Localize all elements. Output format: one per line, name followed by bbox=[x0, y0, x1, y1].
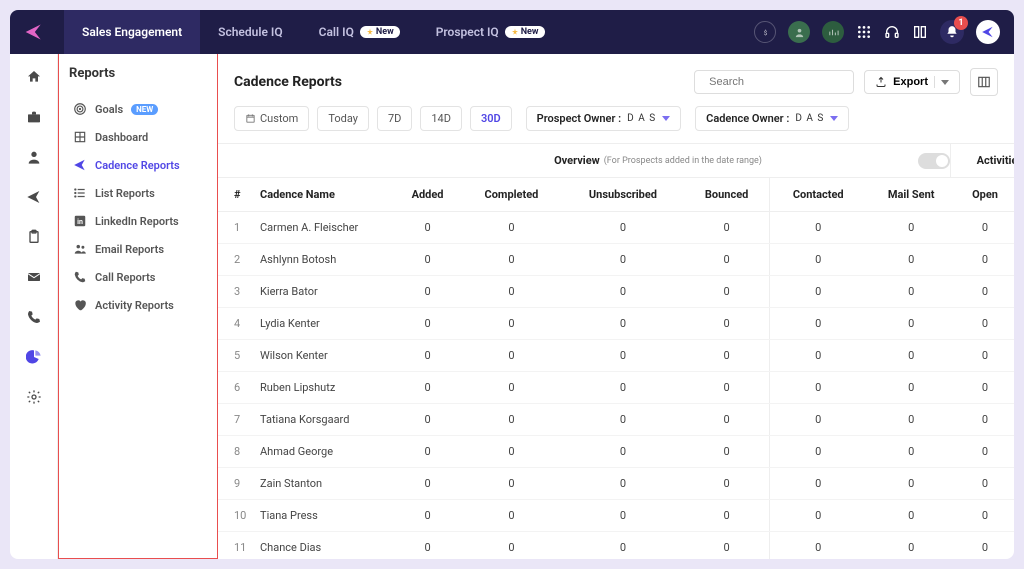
rail-phone-icon[interactable] bbox=[23, 306, 45, 328]
linkedin-icon: in bbox=[73, 214, 87, 228]
rail-home-icon[interactable] bbox=[23, 66, 45, 88]
tab-prospect-iq[interactable]: Prospect IQNew bbox=[418, 10, 563, 54]
col-added[interactable]: Added bbox=[394, 178, 461, 212]
grid-icon bbox=[73, 130, 87, 144]
col-mail-sent[interactable]: Mail Sent bbox=[866, 178, 956, 212]
phone-icon bbox=[73, 270, 87, 284]
reports-item-dashboard[interactable]: Dashboard bbox=[69, 123, 207, 151]
table-row[interactable]: 3 Kierra Bator 0 0 0 0 0 0 0 bbox=[218, 276, 1014, 308]
reports-item-activity-reports[interactable]: Activity Reports bbox=[69, 291, 207, 319]
rail-settings-icon[interactable] bbox=[23, 386, 45, 408]
topnav-utils: $ 1 bbox=[754, 20, 1000, 44]
tab-schedule-iq[interactable]: Schedule IQ bbox=[200, 10, 300, 54]
rail-mail-icon[interactable] bbox=[23, 266, 45, 288]
list-icon bbox=[73, 186, 87, 200]
analytics-icon[interactable] bbox=[822, 21, 844, 43]
topnav-tabs: Sales EngagementSchedule IQCall IQNewPro… bbox=[64, 10, 563, 54]
notification-badge: 1 bbox=[954, 16, 968, 30]
columns-icon[interactable] bbox=[970, 68, 998, 96]
tab-sales-engagement[interactable]: Sales Engagement bbox=[64, 10, 200, 54]
col-bounced[interactable]: Bounced bbox=[684, 178, 769, 212]
brand-avatar-icon[interactable] bbox=[976, 20, 1000, 44]
main-content: Cadence Reports Export Custom Today 7D 14D 3… bbox=[218, 54, 1014, 559]
filters-bar: Custom Today 7D 14D 30D Prospect Owner :D A S… bbox=[218, 106, 1014, 143]
dialpad-icon[interactable] bbox=[856, 24, 872, 40]
date-filter-today[interactable]: Today bbox=[317, 106, 369, 131]
calendar-icon bbox=[245, 113, 256, 124]
new-badge: New bbox=[505, 26, 545, 38]
table-row[interactable]: 2 Ashlynn Botosh 0 0 0 0 0 0 0 bbox=[218, 244, 1014, 276]
section-activities: Activities and Engagements (For Prospect… bbox=[950, 144, 1014, 177]
book-icon[interactable] bbox=[912, 24, 928, 40]
dollar-icon[interactable]: $ bbox=[754, 21, 776, 43]
icon-rail bbox=[10, 54, 58, 559]
svg-text:$: $ bbox=[763, 28, 767, 36]
new-badge: New bbox=[360, 26, 400, 38]
reports-item-list-reports[interactable]: List Reports bbox=[69, 179, 207, 207]
top-nav: Sales EngagementSchedule IQCall IQNewPro… bbox=[10, 10, 1014, 54]
target-icon bbox=[73, 102, 87, 116]
export-label: Export bbox=[893, 76, 928, 88]
chevron-down-icon bbox=[830, 116, 838, 121]
chevron-down-icon bbox=[662, 116, 670, 121]
cadence-table: # Cadence Name Added Completed Unsubscri… bbox=[218, 178, 1014, 559]
reports-item-call-reports[interactable]: Call Reports bbox=[69, 263, 207, 291]
reports-item-goals[interactable]: GoalsNEW bbox=[69, 95, 207, 123]
send-icon bbox=[73, 158, 87, 172]
col-completed[interactable]: Completed bbox=[461, 178, 562, 212]
brand-logo-icon bbox=[24, 22, 44, 42]
col-name[interactable]: Cadence Name bbox=[254, 178, 394, 212]
date-filter-14d[interactable]: 14D bbox=[420, 106, 462, 131]
export-button[interactable]: Export bbox=[864, 70, 960, 94]
rail-send-icon[interactable] bbox=[23, 186, 45, 208]
table-row[interactable]: 10 Tiana Press 0 0 0 0 0 0 0 bbox=[218, 500, 1014, 532]
new-pill: NEW bbox=[131, 104, 158, 115]
search-input[interactable] bbox=[709, 76, 851, 88]
table-scroll[interactable]: Overview (For Prospects added in the dat… bbox=[218, 143, 1014, 559]
search-input-wrap[interactable] bbox=[694, 70, 854, 94]
filter-cadence-owner-[interactable]: Cadence Owner :D A S bbox=[695, 106, 849, 131]
notifications-icon[interactable]: 1 bbox=[940, 20, 964, 44]
heart-icon bbox=[73, 298, 87, 312]
col-unsubscribed[interactable]: Unsubscribed bbox=[562, 178, 684, 212]
tab-call-iq[interactable]: Call IQNew bbox=[301, 10, 418, 54]
reports-panel-title: Reports bbox=[69, 66, 207, 81]
table-row[interactable]: 11 Chance Dias 0 0 0 0 0 0 0 bbox=[218, 532, 1014, 560]
page-title: Cadence Reports bbox=[234, 74, 342, 90]
table-row[interactable]: 7 Tatiana Korsgaard 0 0 0 0 0 0 0 bbox=[218, 404, 1014, 436]
reports-panel: Reports GoalsNEWDashboardCadence Reports… bbox=[58, 54, 218, 559]
table-row[interactable]: 6 Ruben Lipshutz 0 0 0 0 0 0 0 bbox=[218, 372, 1014, 404]
reports-item-email-reports[interactable]: Email Reports bbox=[69, 235, 207, 263]
rail-clipboard-icon[interactable] bbox=[23, 226, 45, 248]
rail-reports-icon[interactable] bbox=[23, 346, 45, 368]
rail-briefcase-icon[interactable] bbox=[23, 106, 45, 128]
table-row[interactable]: 8 Ahmad George 0 0 0 0 0 0 0 bbox=[218, 436, 1014, 468]
table-row[interactable]: 5 Wilson Kenter 0 0 0 0 0 0 0 bbox=[218, 340, 1014, 372]
date-filter-30d[interactable]: 30D bbox=[470, 106, 512, 131]
date-filter-custom[interactable]: Custom bbox=[234, 106, 309, 131]
reports-item-cadence-reports[interactable]: Cadence Reports bbox=[69, 151, 207, 179]
col-index: # bbox=[218, 178, 254, 212]
svg-text:in: in bbox=[77, 218, 83, 226]
headset-icon[interactable] bbox=[884, 24, 900, 40]
user-avatar-icon[interactable] bbox=[788, 21, 810, 43]
rail-contact-icon[interactable] bbox=[23, 146, 45, 168]
people-icon bbox=[73, 242, 87, 256]
table-row[interactable]: 1 Carmen A. Fleischer 0 0 0 0 0 0 0 bbox=[218, 212, 1014, 244]
table-row[interactable]: 9 Zain Stanton 0 0 0 0 0 0 0 bbox=[218, 468, 1014, 500]
export-icon bbox=[875, 76, 887, 88]
col-open[interactable]: Open bbox=[956, 178, 1014, 212]
overview-toggle[interactable] bbox=[918, 153, 950, 169]
table-section-header: Overview (For Prospects added in the dat… bbox=[218, 144, 1014, 178]
date-filter-7d[interactable]: 7D bbox=[377, 106, 412, 131]
filter-prospect-owner-[interactable]: Prospect Owner :D A S bbox=[526, 106, 681, 131]
table-row[interactable]: 4 Lydia Kenter 0 0 0 0 0 0 0 bbox=[218, 308, 1014, 340]
reports-item-linkedin-reports[interactable]: inLinkedIn Reports bbox=[69, 207, 207, 235]
section-overview: Overview (For Prospects added in the dat… bbox=[398, 144, 918, 177]
col-contacted[interactable]: Contacted bbox=[770, 178, 867, 212]
